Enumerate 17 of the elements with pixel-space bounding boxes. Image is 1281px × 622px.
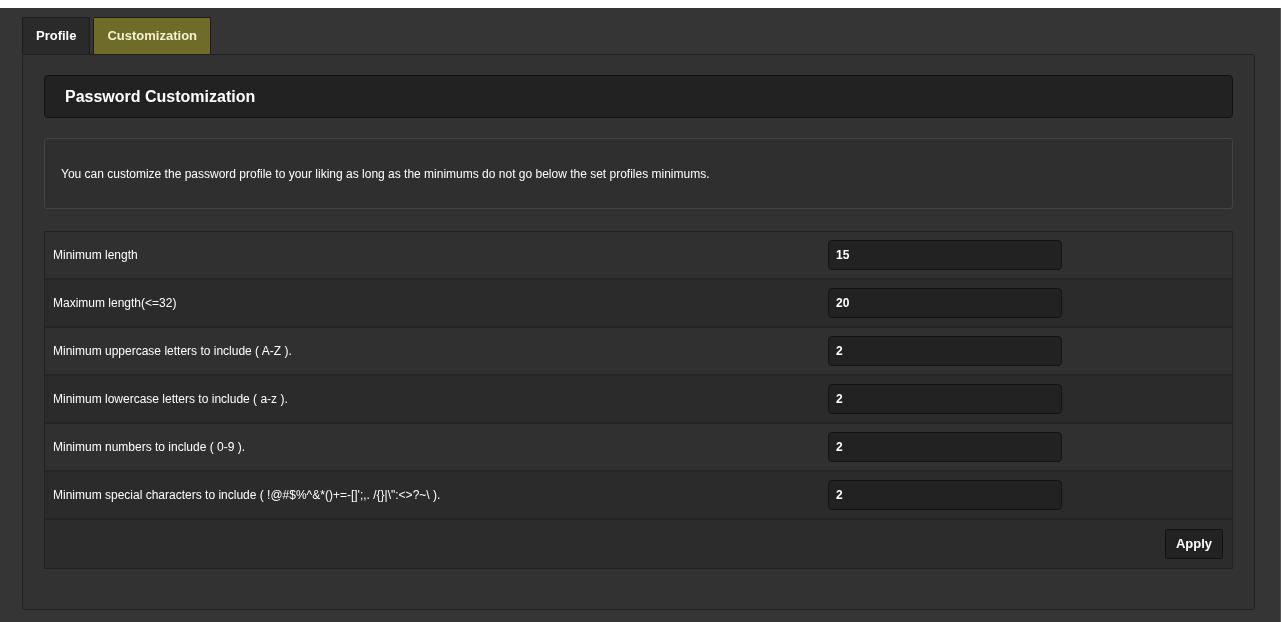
setting-input[interactable]: 2 xyxy=(828,480,1062,510)
setting-label: Minimum lowercase letters to include ( a-z ). xyxy=(52,391,289,408)
setting-label: Minimum uppercase letters to include ( A-Z ). xyxy=(52,343,293,360)
setting-input[interactable]: 2 xyxy=(828,336,1062,366)
setting-input[interactable]: 2 xyxy=(828,384,1062,414)
setting-input[interactable]: 2 xyxy=(828,432,1062,462)
setting-label: Minimum length xyxy=(52,247,139,264)
tab[interactable]: Profile xyxy=(22,17,91,54)
setting-label: Minimum special characters to include ( !@#$%^&*()+=-[]';,. /{}|\":<>?~\ ). xyxy=(52,487,442,504)
apply-button[interactable]: Apply xyxy=(1164,529,1223,559)
tab[interactable]: Customization xyxy=(93,17,212,54)
setting-label: Maximum length(<=32) xyxy=(52,295,178,312)
setting-label: Minimum numbers to include ( 0-9 ). xyxy=(52,439,247,456)
description-text: You can customize the password profile to your liking as long as the minimums do not go below the set profiles minimums. xyxy=(61,165,710,183)
setting-input[interactable]: 15 xyxy=(828,240,1062,270)
setting-input[interactable]: 20 xyxy=(828,288,1062,318)
section-title: Password Customization xyxy=(65,86,256,107)
